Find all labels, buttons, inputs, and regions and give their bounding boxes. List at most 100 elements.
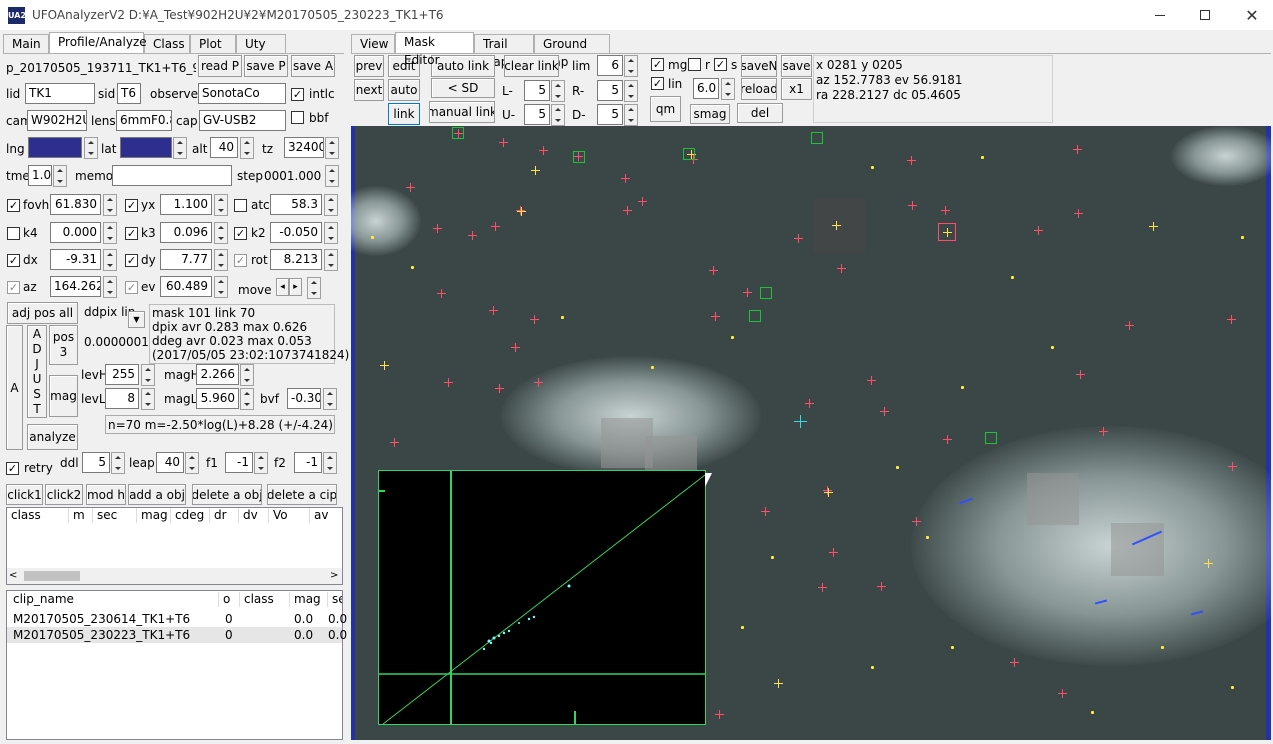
cap-field[interactable]: GV-USB2 bbox=[199, 110, 286, 131]
observer-field[interactable]: SonotaCo bbox=[198, 83, 286, 104]
obj-col-av[interactable]: av bbox=[310, 508, 342, 523]
click1-button[interactable]: click1 bbox=[6, 484, 43, 505]
minimize-icon[interactable] bbox=[1150, 8, 1170, 22]
sd-button[interactable]: < SD bbox=[431, 78, 495, 98]
atc-spinner[interactable] bbox=[324, 194, 338, 216]
move-spinner[interactable] bbox=[307, 277, 321, 299]
r-checkbox[interactable] bbox=[688, 58, 701, 71]
prev-button[interactable]: prev bbox=[354, 55, 384, 77]
ev-spinner[interactable] bbox=[214, 276, 228, 298]
analyze-button[interactable]: analyze bbox=[27, 424, 78, 450]
delete-cip-button[interactable]: delete a cip bbox=[267, 484, 337, 505]
tab-view[interactable]: View bbox=[351, 34, 395, 53]
sky-image[interactable] bbox=[351, 126, 1271, 740]
alt-field[interactable]: 40 bbox=[210, 137, 238, 158]
intlc-checkbox[interactable]: ✓ bbox=[291, 88, 304, 101]
close-icon[interactable]: ✕ bbox=[1242, 6, 1262, 25]
dy-spinner[interactable] bbox=[214, 249, 228, 271]
auto-button[interactable]: auto bbox=[388, 79, 420, 101]
table-row[interactable]: M20170505_230223_TK1+T6 0 0.0 0.0 bbox=[7, 627, 347, 643]
yx-checkbox[interactable]: ✓ bbox=[125, 199, 138, 212]
lin-checkbox[interactable]: ✓ bbox=[651, 77, 664, 90]
ddpix-dropdown-button[interactable]: ▼ bbox=[128, 311, 145, 328]
add-obj-button[interactable]: add a obj bbox=[128, 484, 186, 505]
read-p-button[interactable]: read P bbox=[198, 55, 242, 77]
k3-spinner[interactable] bbox=[214, 222, 228, 244]
levL-field[interactable]: 8 bbox=[105, 388, 139, 409]
clip-col-o[interactable]: o bbox=[219, 592, 240, 607]
link-button[interactable]: link bbox=[388, 103, 420, 125]
rot-checkbox[interactable]: ✓ bbox=[234, 254, 247, 267]
adj-pos-all-button[interactable]: adj pos all bbox=[7, 302, 78, 324]
L-field[interactable]: 5 bbox=[524, 80, 550, 101]
yx-field[interactable]: 1.100 bbox=[160, 194, 212, 215]
clip-col-sec[interactable]: sec bbox=[328, 592, 342, 607]
atc-field[interactable]: 58.3 bbox=[270, 194, 322, 215]
lat-spinner[interactable] bbox=[173, 137, 187, 159]
clip-col-class[interactable]: class bbox=[240, 592, 290, 607]
k3-field[interactable]: 0.096 bbox=[160, 222, 212, 243]
object-table[interactable]: class m sec mag cdeg dr dv Vo av < > bbox=[6, 507, 343, 585]
mag-button[interactable]: mag bbox=[49, 375, 78, 417]
clip-table[interactable]: clip_name o class mag sec M20170505_2306… bbox=[6, 590, 347, 740]
obj-col-m[interactable]: m bbox=[69, 508, 93, 523]
lim-field[interactable]: 6 bbox=[597, 55, 623, 76]
lng-spinner[interactable] bbox=[84, 137, 98, 159]
U-field[interactable]: 5 bbox=[524, 104, 550, 125]
f1-spinner[interactable] bbox=[254, 452, 268, 474]
dy-checkbox[interactable]: ✓ bbox=[125, 254, 138, 267]
save-a-button[interactable]: save A bbox=[291, 55, 335, 77]
scroll-right-icon[interactable]: > bbox=[330, 570, 338, 581]
magH-field[interactable]: 2.266 bbox=[196, 364, 239, 385]
mg-checkbox[interactable]: ✓ bbox=[651, 58, 664, 71]
ddl-spinner[interactable] bbox=[111, 452, 125, 474]
dx-field[interactable]: -9.31 bbox=[50, 249, 101, 270]
lng-field[interactable] bbox=[28, 137, 82, 158]
a-button[interactable]: A bbox=[6, 325, 23, 450]
f2-spinner[interactable] bbox=[323, 452, 337, 474]
R-spinner[interactable] bbox=[624, 80, 638, 102]
f2-field[interactable]: -1 bbox=[294, 452, 322, 473]
rot-spinner[interactable] bbox=[324, 249, 338, 271]
tab-main[interactable]: Main bbox=[3, 34, 49, 53]
fovh-field[interactable]: 61.830 bbox=[50, 194, 101, 215]
L-spinner[interactable] bbox=[551, 80, 565, 102]
tz-spinner[interactable] bbox=[325, 137, 339, 159]
leap-spinner[interactable] bbox=[185, 452, 199, 474]
tme-field[interactable]: 1.0 bbox=[28, 165, 52, 186]
tme-spinner[interactable] bbox=[53, 165, 67, 187]
obj-col-dv[interactable]: dv bbox=[239, 508, 269, 523]
obj-col-class[interactable]: class bbox=[7, 508, 69, 523]
obj-col-vo[interactable]: Vo bbox=[269, 508, 310, 523]
retry-checkbox[interactable]: ✓ bbox=[6, 462, 19, 475]
manual-link-button[interactable]: manual link bbox=[429, 101, 495, 123]
az-spinner[interactable] bbox=[103, 276, 117, 298]
k4-spinner[interactable] bbox=[103, 222, 117, 244]
click2-button[interactable]: click2 bbox=[45, 484, 83, 505]
f1-field[interactable]: -1 bbox=[225, 452, 253, 473]
reload-button[interactable]: reload bbox=[741, 78, 777, 100]
dy-field[interactable]: 7.77 bbox=[160, 249, 212, 270]
mag-threshold-field[interactable]: 6.0 bbox=[693, 78, 719, 99]
magH-spinner[interactable] bbox=[240, 364, 254, 386]
adjust-button[interactable]: A D J U S T bbox=[27, 325, 47, 418]
alt-spinner[interactable] bbox=[240, 137, 254, 159]
move-left-button[interactable]: ◂ bbox=[276, 278, 289, 296]
del-button[interactable]: del bbox=[737, 103, 783, 123]
bvf-field[interactable]: -0.30 bbox=[287, 388, 321, 409]
scroll-left-icon[interactable]: < bbox=[9, 570, 17, 581]
pos3-button[interactable]: pos 3 bbox=[49, 325, 78, 365]
magL-spinner[interactable] bbox=[240, 388, 254, 410]
dx-checkbox[interactable]: ✓ bbox=[7, 254, 20, 267]
obj-col-mag[interactable]: mag bbox=[137, 508, 171, 523]
x1-button[interactable]: x1 bbox=[781, 78, 812, 100]
az-checkbox[interactable]: ✓ bbox=[7, 281, 20, 294]
tab-uty[interactable]: Uty bbox=[236, 34, 286, 53]
obj-hscrollbar[interactable]: < > bbox=[7, 568, 342, 584]
tab-trail-map[interactable]: Trail Map bbox=[474, 34, 534, 69]
saveN-button[interactable]: saveN bbox=[741, 55, 777, 77]
cam-field[interactable]: W902H2U bbox=[27, 110, 87, 131]
levH-field[interactable]: 255 bbox=[105, 364, 139, 385]
memo-field[interactable] bbox=[112, 165, 232, 186]
clip-col-name[interactable]: clip_name bbox=[7, 592, 219, 607]
